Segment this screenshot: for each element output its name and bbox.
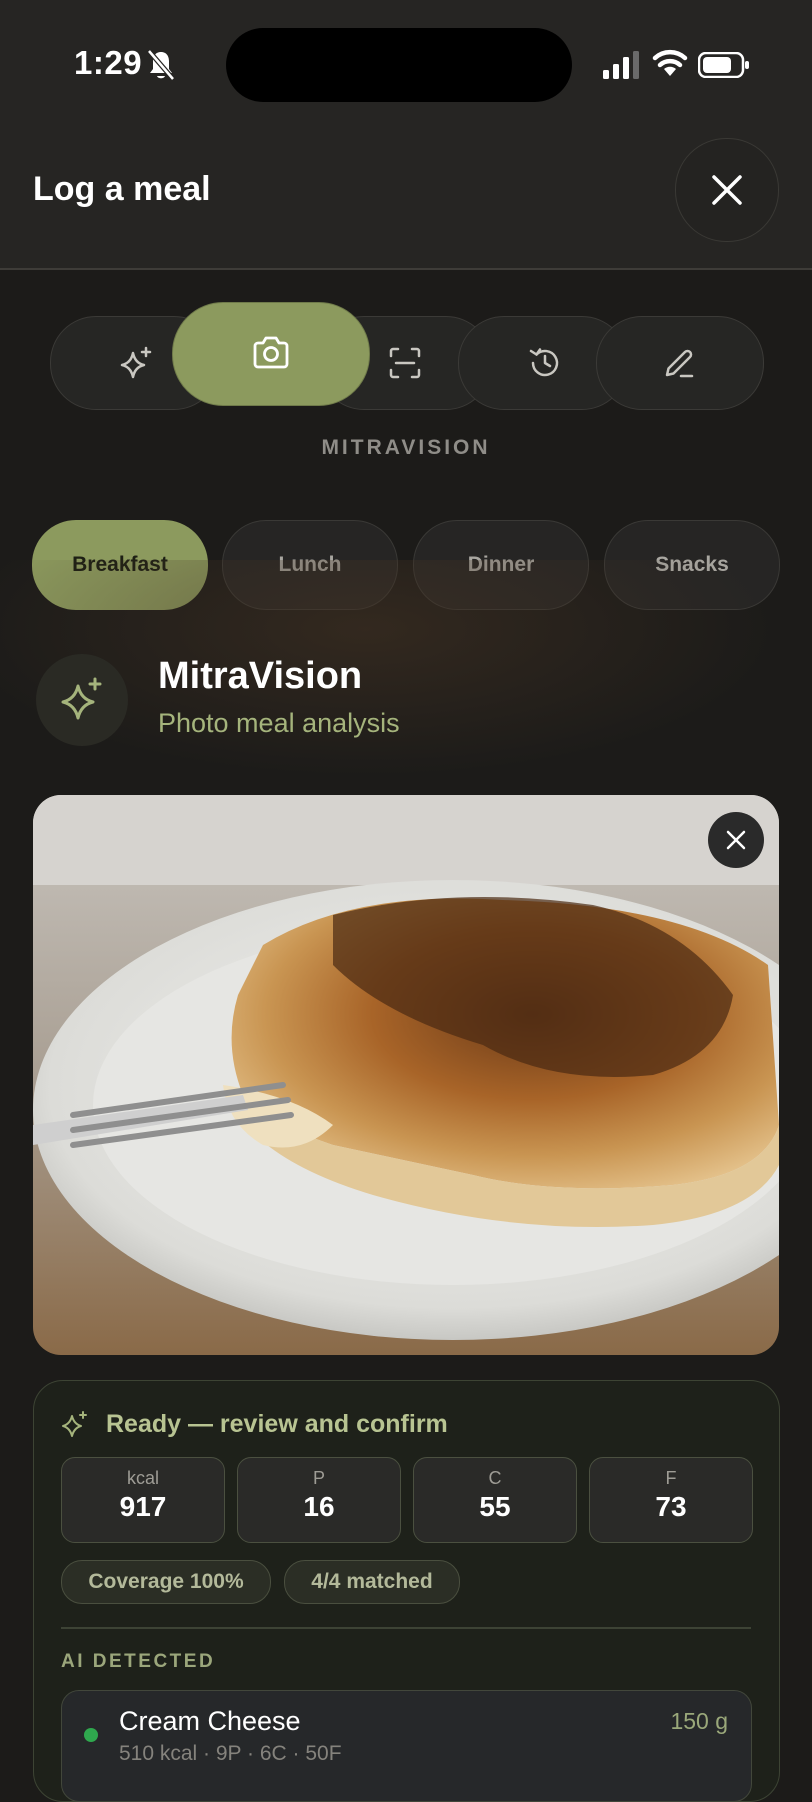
macro-value: 16 (303, 1491, 335, 1522)
divider (61, 1627, 751, 1629)
wifi-icon (652, 49, 688, 76)
macro-label: kcal (126, 1468, 159, 1488)
history-icon (529, 348, 559, 377)
camera-icon (253, 336, 289, 369)
detected-item-weight[interactable]: 150 g (660, 1708, 728, 1735)
meal-photo (33, 795, 779, 1355)
battery-icon (698, 52, 749, 78)
macro-label: C (488, 1468, 502, 1488)
meal-photo-image (33, 795, 779, 1355)
background-glow (0, 560, 812, 790)
close-icon (712, 175, 742, 205)
coverage-badge: Coverage 100% (61, 1560, 271, 1604)
macro-kcal: kcal 917 (61, 1457, 225, 1543)
remove-photo-button[interactable] (708, 812, 764, 868)
sparkle-icon (120, 346, 152, 379)
mode-label: MITRAVISION (321, 436, 491, 459)
macro-label: F (665, 1468, 677, 1488)
sparkle-icon (61, 677, 102, 720)
macro-value: 917 (119, 1491, 167, 1522)
analysis-status: Ready — review and confirm (106, 1410, 448, 1438)
scan-icon (389, 347, 421, 379)
matched-badge: 4/4 matched (284, 1560, 460, 1604)
dynamic-island (226, 28, 572, 102)
ai-detected-label: AI DETECTED (61, 1651, 216, 1672)
close-icon (726, 830, 746, 850)
detected-item-name: Cream Cheese (119, 1706, 301, 1736)
macro-protein: P 16 (237, 1457, 401, 1543)
macro-fat: F 73 (589, 1457, 753, 1543)
match-status-dot (84, 1728, 98, 1742)
mitravision-subtitle: Photo meal analysis (158, 708, 400, 738)
mitravision-title: MitraVision (158, 655, 363, 697)
detected-item-nutrition: 510 kcal · 9P · 6C · 50F (119, 1742, 342, 1765)
mode-camera-button[interactable] (172, 302, 370, 406)
close-button[interactable] (675, 138, 779, 242)
bell-muted-icon (147, 49, 175, 81)
sparkle-icon (62, 1411, 87, 1437)
macro-label: P (312, 1468, 325, 1488)
macro-carbs: C 55 (413, 1457, 577, 1543)
status-time: 1:29 (74, 44, 143, 81)
page-title: Log a meal (33, 170, 211, 208)
cellular-signal-icon (603, 51, 639, 79)
macro-value: 73 (655, 1491, 687, 1522)
mode-manual-button[interactable] (596, 316, 764, 410)
pencil-icon (665, 349, 694, 378)
macro-value: 55 (479, 1491, 511, 1522)
mitravision-badge (36, 654, 128, 746)
